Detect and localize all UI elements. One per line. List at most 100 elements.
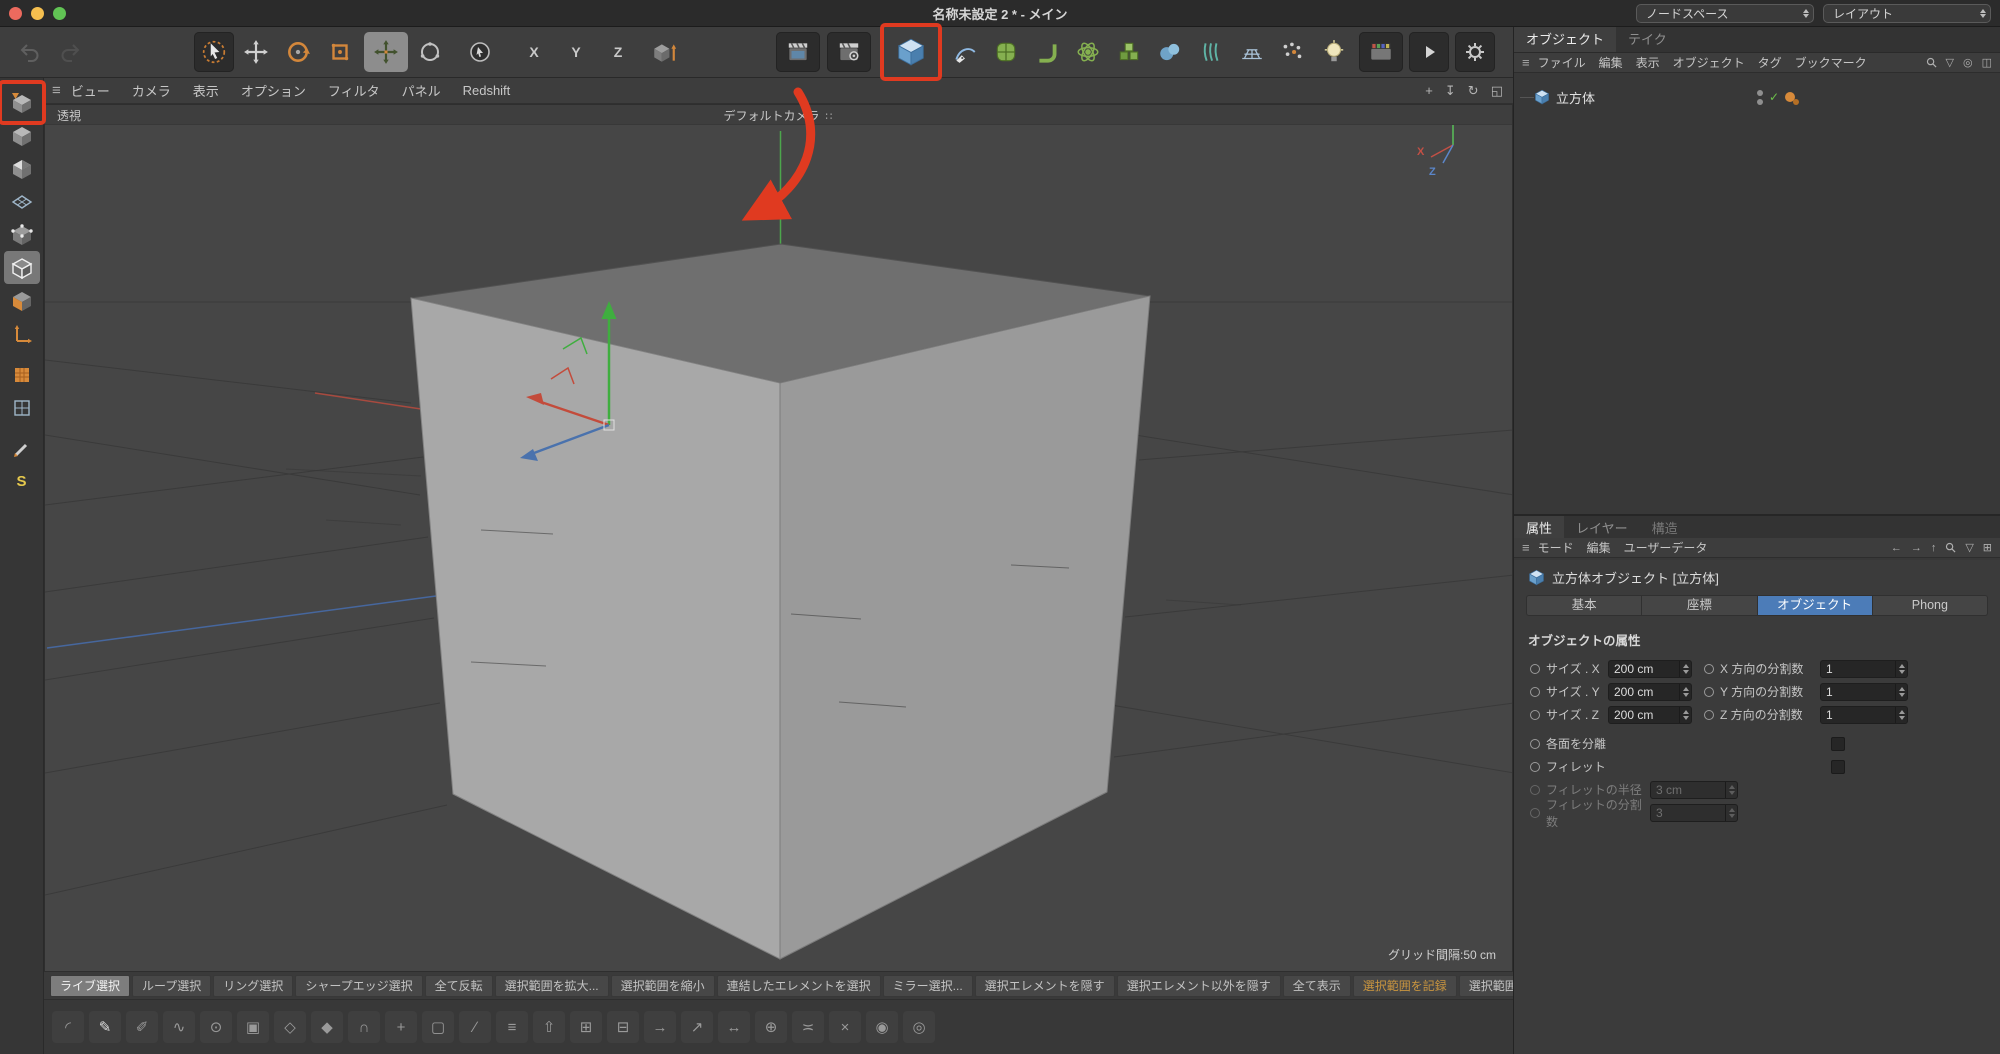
invert-all-button[interactable]: 全て反転	[425, 975, 493, 997]
render-queue-button[interactable]	[1359, 32, 1403, 72]
rotate-tool-button[interactable]	[278, 32, 318, 72]
live-selection-tool-button[interactable]	[194, 32, 234, 72]
floor-button[interactable]	[1232, 32, 1272, 72]
zoom-window-button[interactable]	[53, 7, 66, 20]
segments-z-input[interactable]	[1821, 708, 1895, 722]
camera-label[interactable]: デフォルトカメラ∷	[45, 107, 1512, 124]
keyframe-dot[interactable]	[1530, 762, 1540, 772]
phong-tag-icon[interactable]	[1785, 92, 1795, 102]
rotate-camera-tool-button[interactable]	[410, 32, 450, 72]
layout-dropdown[interactable]: レイアウト	[1823, 4, 1991, 23]
close-window-button[interactable]	[9, 7, 22, 20]
size-y-input[interactable]	[1609, 685, 1679, 699]
panel-icon[interactable]: ◫	[1982, 56, 1992, 69]
keyframe-dot[interactable]	[1704, 664, 1714, 674]
matrix-extrude-icon[interactable]: ⊟	[607, 1011, 639, 1043]
om-menu-view[interactable]: 表示	[1636, 54, 1660, 71]
viewport-hamburger-icon[interactable]: ≡	[52, 82, 61, 99]
bend-generator-button[interactable]	[1027, 32, 1067, 72]
render-play-button[interactable]	[1409, 32, 1449, 72]
size-z-stepper[interactable]	[1679, 707, 1691, 723]
cube-face-left[interactable]	[411, 298, 780, 959]
keyframe-dot[interactable]	[1530, 739, 1540, 749]
minimize-window-button[interactable]	[31, 7, 44, 20]
viewport-menu-view[interactable]: ビュー	[71, 81, 110, 100]
subdivision-surface-button[interactable]	[986, 32, 1026, 72]
viewport-menu-camera[interactable]: カメラ	[132, 81, 171, 100]
texture-mode-button[interactable]	[4, 152, 40, 185]
volume-builder-button[interactable]	[1109, 32, 1149, 72]
keyframe-dot[interactable]	[1704, 687, 1714, 697]
weld-tool-icon[interactable]: ⊕	[755, 1011, 787, 1043]
particles-button[interactable]	[1273, 32, 1313, 72]
light-button[interactable]	[1314, 32, 1354, 72]
size-x-input[interactable]	[1609, 662, 1679, 676]
target-icon[interactable]: ◎	[1963, 56, 1973, 69]
cube-face-right[interactable]	[780, 296, 1150, 959]
keyframe-dot[interactable]	[1530, 710, 1540, 720]
knife-tool-icon[interactable]: ∕	[459, 1011, 491, 1043]
select-connected-button[interactable]: 連結したエレメントを選択	[717, 975, 881, 997]
ring-selection-button[interactable]: リング選択	[213, 975, 293, 997]
size-y-stepper[interactable]	[1679, 684, 1691, 700]
segments-z-stepper[interactable]	[1895, 707, 1907, 723]
pen-tool-icon[interactable]: ✎	[89, 1011, 121, 1043]
inner-extrude-icon[interactable]: ⊞	[570, 1011, 602, 1043]
object-row-cube[interactable]: 立方体 ✓	[1514, 87, 2000, 107]
shrink-selection-button[interactable]: 選択範囲を縮小	[611, 975, 715, 997]
new-panel-icon[interactable]: ⊞	[1983, 541, 1992, 554]
tab-objects[interactable]: オブジェクト	[1514, 27, 1616, 52]
keyframe-dot[interactable]	[1530, 687, 1540, 697]
arc-tool-icon[interactable]: ◜	[52, 1011, 84, 1043]
viewport-menu-display[interactable]: 表示	[193, 81, 219, 100]
search-icon[interactable]	[1926, 57, 1937, 68]
y-axis-lock-button[interactable]: Y	[558, 34, 594, 70]
am-menu-edit[interactable]: 編集	[1587, 539, 1611, 556]
om-menu-objects[interactable]: オブジェクト	[1673, 54, 1745, 71]
bevel-tool-icon[interactable]: ◆	[311, 1011, 343, 1043]
enabled-check-icon[interactable]: ✓	[1769, 90, 1779, 104]
selection-circle-tool-button[interactable]	[460, 32, 500, 72]
stamp-tool-icon[interactable]: ▣	[237, 1011, 269, 1043]
size-x-stepper[interactable]	[1679, 661, 1691, 677]
move-tool-button[interactable]	[236, 32, 276, 72]
active-move-tool-tile[interactable]	[364, 32, 408, 72]
viewport-menu-options[interactable]: オプション	[241, 81, 306, 100]
record-selection-button[interactable]: 選択範囲を記録	[1353, 975, 1457, 997]
om-menu-edit[interactable]: 編集	[1599, 54, 1623, 71]
hide-selected-button[interactable]: 選択エレメントを隠す	[975, 975, 1115, 997]
hide-unselected-button[interactable]: 選択エレメント以外を隠す	[1117, 975, 1281, 997]
go-up-icon[interactable]: ↑	[1931, 542, 1937, 554]
x-axis-lock-button[interactable]: X	[516, 34, 552, 70]
separate-surfaces-checkbox[interactable]	[1831, 737, 1845, 751]
z-axis-lock-button[interactable]: Z	[600, 34, 636, 70]
perspective-viewport[interactable]: 透視 デフォルトカメラ∷	[44, 104, 1513, 972]
spline-pen-button[interactable]	[945, 32, 985, 72]
extrude-tool-icon[interactable]: ⇧	[533, 1011, 565, 1043]
refresh-view-icon[interactable]: ↻	[1468, 83, 1479, 99]
scene-canvas[interactable]: Y X Z	[45, 105, 1513, 972]
tab-coordinates[interactable]: 座標	[1642, 595, 1757, 616]
om-menu-tags[interactable]: タグ	[1758, 54, 1782, 71]
render-view-button[interactable]	[776, 32, 820, 72]
workplane-mode-button[interactable]	[4, 185, 40, 218]
hair-button[interactable]	[1191, 32, 1231, 72]
segments-y-input[interactable]	[1821, 685, 1895, 699]
polygon-pen-icon[interactable]: ▢	[422, 1011, 454, 1043]
filter-icon[interactable]: ▽	[1946, 56, 1954, 69]
model-mode-button[interactable]	[4, 119, 40, 152]
visibility-toggle-dots[interactable]	[1757, 90, 1763, 105]
fillet-checkbox[interactable]	[1831, 760, 1845, 774]
om-menu-file[interactable]: ファイル	[1538, 54, 1586, 71]
undo-button[interactable]	[10, 32, 50, 72]
tab-object[interactable]: オブジェクト	[1758, 595, 1873, 616]
close-hole-icon[interactable]: +	[385, 1011, 417, 1043]
segments-x-stepper[interactable]	[1895, 661, 1907, 677]
am-menu-mode[interactable]: モード	[1538, 539, 1574, 556]
edges-mode-button[interactable]	[4, 251, 40, 284]
cube-object[interactable]	[411, 244, 1150, 959]
nodespace-dropdown[interactable]: ノードスペース	[1636, 4, 1814, 23]
sketch-tool-icon[interactable]: ✐	[126, 1011, 158, 1043]
make-editable-button[interactable]	[4, 86, 40, 119]
om-menu-bookmarks[interactable]: ブックマーク	[1795, 54, 1867, 71]
